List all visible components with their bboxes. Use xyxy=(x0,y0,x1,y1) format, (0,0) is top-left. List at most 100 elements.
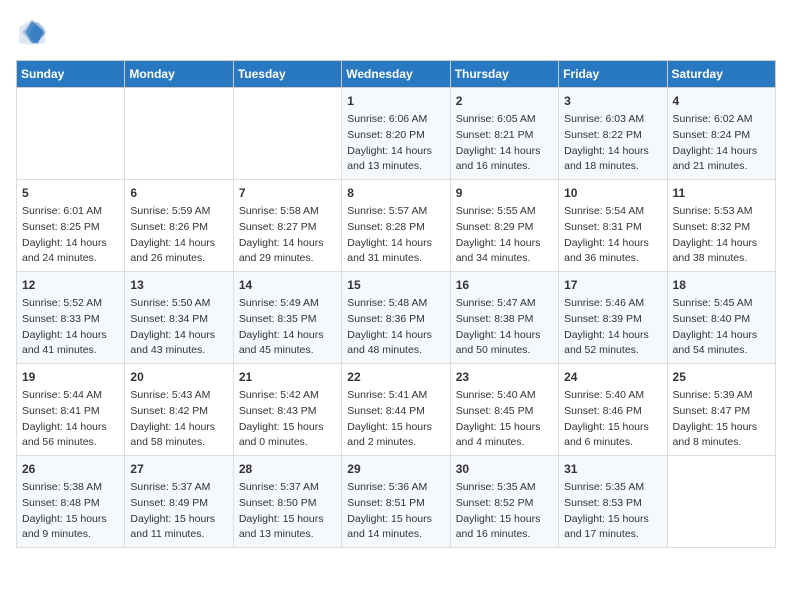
calendar-cell: 24Sunrise: 5:40 AMSunset: 8:46 PMDayligh… xyxy=(559,364,667,456)
day-info-line: and 41 minutes. xyxy=(22,343,119,359)
day-info-line: Sunset: 8:53 PM xyxy=(564,496,661,512)
day-info-line: Daylight: 15 hours xyxy=(564,512,661,528)
day-info-line: Sunrise: 5:49 AM xyxy=(239,296,336,312)
weekday-header-friday: Friday xyxy=(559,61,667,88)
calendar-cell: 23Sunrise: 5:40 AMSunset: 8:45 PMDayligh… xyxy=(450,364,558,456)
week-row-3: 12Sunrise: 5:52 AMSunset: 8:33 PMDayligh… xyxy=(17,272,776,364)
day-number: 29 xyxy=(347,460,444,478)
day-number: 15 xyxy=(347,276,444,294)
week-row-5: 26Sunrise: 5:38 AMSunset: 8:48 PMDayligh… xyxy=(17,456,776,548)
day-info-line: Sunrise: 5:35 AM xyxy=(456,480,553,496)
day-info-line: Sunrise: 5:50 AM xyxy=(130,296,227,312)
weekday-header-monday: Monday xyxy=(125,61,233,88)
weekday-header-row: SundayMondayTuesdayWednesdayThursdayFrid… xyxy=(17,61,776,88)
day-info-line: Sunset: 8:22 PM xyxy=(564,128,661,144)
day-info-line: Sunrise: 5:55 AM xyxy=(456,204,553,220)
day-info-line: and 24 minutes. xyxy=(22,251,119,267)
calendar-cell: 10Sunrise: 5:54 AMSunset: 8:31 PMDayligh… xyxy=(559,180,667,272)
day-number: 18 xyxy=(673,276,770,294)
day-info-line: Sunset: 8:49 PM xyxy=(130,496,227,512)
day-info-line: Sunrise: 5:36 AM xyxy=(347,480,444,496)
day-info-line: Sunset: 8:38 PM xyxy=(456,312,553,328)
day-info-line: Sunrise: 5:41 AM xyxy=(347,388,444,404)
week-row-4: 19Sunrise: 5:44 AMSunset: 8:41 PMDayligh… xyxy=(17,364,776,456)
day-info-line: and 56 minutes. xyxy=(22,435,119,451)
day-info-line: Sunset: 8:44 PM xyxy=(347,404,444,420)
day-info-line: and 36 minutes. xyxy=(564,251,661,267)
day-info-line: and 16 minutes. xyxy=(456,159,553,175)
calendar-cell: 5Sunrise: 6:01 AMSunset: 8:25 PMDaylight… xyxy=(17,180,125,272)
day-number: 10 xyxy=(564,184,661,202)
day-info-line: Sunset: 8:20 PM xyxy=(347,128,444,144)
calendar-cell: 19Sunrise: 5:44 AMSunset: 8:41 PMDayligh… xyxy=(17,364,125,456)
day-info-line: Sunset: 8:39 PM xyxy=(564,312,661,328)
page-header xyxy=(16,16,776,48)
day-number: 12 xyxy=(22,276,119,294)
week-row-2: 5Sunrise: 6:01 AMSunset: 8:25 PMDaylight… xyxy=(17,180,776,272)
week-row-1: 1Sunrise: 6:06 AMSunset: 8:20 PMDaylight… xyxy=(17,88,776,180)
day-info-line: Daylight: 14 hours xyxy=(456,144,553,160)
day-info-line: Sunrise: 5:35 AM xyxy=(564,480,661,496)
day-number: 26 xyxy=(22,460,119,478)
day-info-line: and 17 minutes. xyxy=(564,527,661,543)
weekday-header-sunday: Sunday xyxy=(17,61,125,88)
day-info-line: Daylight: 14 hours xyxy=(347,328,444,344)
calendar-cell: 4Sunrise: 6:02 AMSunset: 8:24 PMDaylight… xyxy=(667,88,775,180)
day-info-line: Sunset: 8:40 PM xyxy=(673,312,770,328)
day-info-line: Sunrise: 5:42 AM xyxy=(239,388,336,404)
day-info-line: Daylight: 14 hours xyxy=(22,420,119,436)
day-info-line: Sunset: 8:46 PM xyxy=(564,404,661,420)
day-info-line: Sunrise: 5:58 AM xyxy=(239,204,336,220)
day-info-line: Daylight: 14 hours xyxy=(564,236,661,252)
calendar-cell: 25Sunrise: 5:39 AMSunset: 8:47 PMDayligh… xyxy=(667,364,775,456)
calendar-cell: 14Sunrise: 5:49 AMSunset: 8:35 PMDayligh… xyxy=(233,272,341,364)
day-number: 3 xyxy=(564,92,661,110)
day-info-line: Sunset: 8:34 PM xyxy=(130,312,227,328)
day-number: 11 xyxy=(673,184,770,202)
day-info-line: Sunset: 8:35 PM xyxy=(239,312,336,328)
day-info-line: Sunrise: 5:43 AM xyxy=(130,388,227,404)
day-info-line: Sunrise: 5:48 AM xyxy=(347,296,444,312)
calendar-cell: 30Sunrise: 5:35 AMSunset: 8:52 PMDayligh… xyxy=(450,456,558,548)
day-info-line: Sunrise: 5:47 AM xyxy=(456,296,553,312)
day-number: 16 xyxy=(456,276,553,294)
day-info-line: and 29 minutes. xyxy=(239,251,336,267)
day-info-line: and 50 minutes. xyxy=(456,343,553,359)
day-info-line: Sunset: 8:32 PM xyxy=(673,220,770,236)
day-info-line: and 54 minutes. xyxy=(673,343,770,359)
calendar-cell: 26Sunrise: 5:38 AMSunset: 8:48 PMDayligh… xyxy=(17,456,125,548)
calendar-cell xyxy=(17,88,125,180)
day-info-line: Sunset: 8:42 PM xyxy=(130,404,227,420)
day-info-line: Daylight: 14 hours xyxy=(673,236,770,252)
day-info-line: Daylight: 15 hours xyxy=(564,420,661,436)
day-number: 17 xyxy=(564,276,661,294)
day-info-line: Sunrise: 5:53 AM xyxy=(673,204,770,220)
day-info-line: Daylight: 14 hours xyxy=(239,328,336,344)
day-info-line: Sunrise: 6:03 AM xyxy=(564,112,661,128)
day-info-line: Sunrise: 5:38 AM xyxy=(22,480,119,496)
calendar-cell: 28Sunrise: 5:37 AMSunset: 8:50 PMDayligh… xyxy=(233,456,341,548)
day-info-line: Daylight: 14 hours xyxy=(22,236,119,252)
day-info-line: Daylight: 15 hours xyxy=(239,420,336,436)
logo xyxy=(16,16,52,48)
day-info-line: and 9 minutes. xyxy=(22,527,119,543)
day-info-line: and 52 minutes. xyxy=(564,343,661,359)
calendar-cell: 22Sunrise: 5:41 AMSunset: 8:44 PMDayligh… xyxy=(342,364,450,456)
day-number: 22 xyxy=(347,368,444,386)
day-info-line: Sunset: 8:43 PM xyxy=(239,404,336,420)
day-info-line: Sunset: 8:31 PM xyxy=(564,220,661,236)
day-info-line: and 31 minutes. xyxy=(347,251,444,267)
day-info-line: Sunset: 8:26 PM xyxy=(130,220,227,236)
day-number: 4 xyxy=(673,92,770,110)
day-info-line: Sunset: 8:27 PM xyxy=(239,220,336,236)
day-info-line: Sunset: 8:47 PM xyxy=(673,404,770,420)
day-number: 19 xyxy=(22,368,119,386)
day-number: 20 xyxy=(130,368,227,386)
day-info-line: and 38 minutes. xyxy=(673,251,770,267)
day-info-line: and 8 minutes. xyxy=(673,435,770,451)
calendar-cell: 11 Sunrise: 5:53 AMSunset: 8:32 PMDayligh… xyxy=(667,180,775,272)
day-info-line: and 43 minutes. xyxy=(130,343,227,359)
day-info-line: Daylight: 14 hours xyxy=(347,144,444,160)
calendar-cell xyxy=(233,88,341,180)
day-info-line: Sunset: 8:50 PM xyxy=(239,496,336,512)
